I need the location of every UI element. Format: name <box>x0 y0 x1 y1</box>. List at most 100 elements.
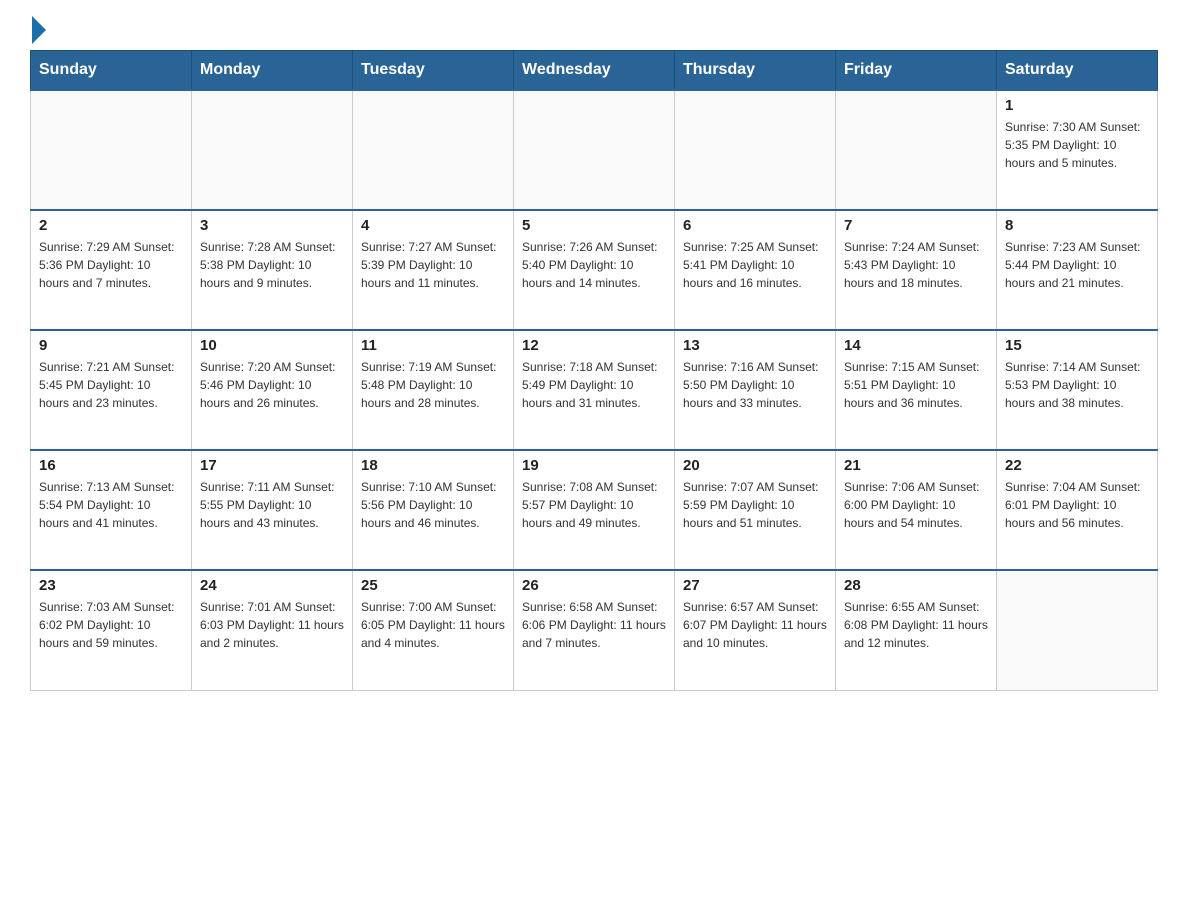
day-info: Sunrise: 7:16 AM Sunset: 5:50 PM Dayligh… <box>683 358 827 412</box>
column-header-friday: Friday <box>836 51 997 91</box>
calendar-cell: 11 Sunrise: 7:19 AM Sunset: 5:48 PM Dayli… <box>353 330 514 450</box>
calendar-cell: 23 Sunrise: 7:03 AM Sunset: 6:02 PM Dayli… <box>31 570 192 690</box>
day-number: 8 <box>1005 217 1149 234</box>
day-number: 20 <box>683 457 827 474</box>
day-number: 7 <box>844 217 988 234</box>
calendar-cell <box>836 90 997 210</box>
calendar-cell: 18 Sunrise: 7:10 AM Sunset: 5:56 PM Dayli… <box>353 450 514 570</box>
calendar-cell <box>997 570 1158 690</box>
calendar-cell: 15 Sunrise: 7:14 AM Sunset: 5:53 PM Dayli… <box>997 330 1158 450</box>
calendar-cell: 12 Sunrise: 7:18 AM Sunset: 5:49 PM Dayli… <box>514 330 675 450</box>
week-row-2: 2 Sunrise: 7:29 AM Sunset: 5:36 PM Daylig… <box>31 210 1158 330</box>
day-info: Sunrise: 7:29 AM Sunset: 5:36 PM Dayligh… <box>39 238 183 292</box>
day-info: Sunrise: 7:20 AM Sunset: 5:46 PM Dayligh… <box>200 358 344 412</box>
day-number: 19 <box>522 457 666 474</box>
calendar-cell: 19 Sunrise: 7:08 AM Sunset: 5:57 PM Dayli… <box>514 450 675 570</box>
day-number: 5 <box>522 217 666 234</box>
calendar-table: SundayMondayTuesdayWednesdayThursdayFrid… <box>30 50 1158 691</box>
calendar-cell: 6 Sunrise: 7:25 AM Sunset: 5:41 PM Daylig… <box>675 210 836 330</box>
calendar-cell: 26 Sunrise: 6:58 AM Sunset: 6:06 PM Dayli… <box>514 570 675 690</box>
week-row-1: 1 Sunrise: 7:30 AM Sunset: 5:35 PM Daylig… <box>31 90 1158 210</box>
calendar-cell: 9 Sunrise: 7:21 AM Sunset: 5:45 PM Daylig… <box>31 330 192 450</box>
calendar-cell: 25 Sunrise: 7:00 AM Sunset: 6:05 PM Dayli… <box>353 570 514 690</box>
day-number: 2 <box>39 217 183 234</box>
calendar-cell <box>675 90 836 210</box>
day-info: Sunrise: 7:18 AM Sunset: 5:49 PM Dayligh… <box>522 358 666 412</box>
day-info: Sunrise: 7:03 AM Sunset: 6:02 PM Dayligh… <box>39 598 183 652</box>
calendar-cell <box>353 90 514 210</box>
day-info: Sunrise: 7:04 AM Sunset: 6:01 PM Dayligh… <box>1005 478 1149 532</box>
calendar-cell: 2 Sunrise: 7:29 AM Sunset: 5:36 PM Daylig… <box>31 210 192 330</box>
calendar-header-row: SundayMondayTuesdayWednesdayThursdayFrid… <box>31 51 1158 91</box>
calendar-cell <box>31 90 192 210</box>
calendar-cell: 1 Sunrise: 7:30 AM Sunset: 5:35 PM Daylig… <box>997 90 1158 210</box>
day-number: 28 <box>844 577 988 594</box>
day-info: Sunrise: 7:01 AM Sunset: 6:03 PM Dayligh… <box>200 598 344 652</box>
day-number: 10 <box>200 337 344 354</box>
day-number: 17 <box>200 457 344 474</box>
calendar-cell <box>514 90 675 210</box>
calendar-cell: 22 Sunrise: 7:04 AM Sunset: 6:01 PM Dayli… <box>997 450 1158 570</box>
day-number: 16 <box>39 457 183 474</box>
day-info: Sunrise: 7:27 AM Sunset: 5:39 PM Dayligh… <box>361 238 505 292</box>
day-number: 14 <box>844 337 988 354</box>
day-number: 9 <box>39 337 183 354</box>
column-header-tuesday: Tuesday <box>353 51 514 91</box>
calendar-cell: 7 Sunrise: 7:24 AM Sunset: 5:43 PM Daylig… <box>836 210 997 330</box>
day-info: Sunrise: 7:00 AM Sunset: 6:05 PM Dayligh… <box>361 598 505 652</box>
calendar-cell: 10 Sunrise: 7:20 AM Sunset: 5:46 PM Dayli… <box>192 330 353 450</box>
day-info: Sunrise: 7:07 AM Sunset: 5:59 PM Dayligh… <box>683 478 827 532</box>
week-row-3: 9 Sunrise: 7:21 AM Sunset: 5:45 PM Daylig… <box>31 330 1158 450</box>
day-number: 13 <box>683 337 827 354</box>
day-info: Sunrise: 7:13 AM Sunset: 5:54 PM Dayligh… <box>39 478 183 532</box>
calendar-cell: 3 Sunrise: 7:28 AM Sunset: 5:38 PM Daylig… <box>192 210 353 330</box>
calendar-cell: 24 Sunrise: 7:01 AM Sunset: 6:03 PM Dayli… <box>192 570 353 690</box>
column-header-monday: Monday <box>192 51 353 91</box>
week-row-4: 16 Sunrise: 7:13 AM Sunset: 5:54 PM Dayli… <box>31 450 1158 570</box>
day-info: Sunrise: 7:28 AM Sunset: 5:38 PM Dayligh… <box>200 238 344 292</box>
calendar-cell: 4 Sunrise: 7:27 AM Sunset: 5:39 PM Daylig… <box>353 210 514 330</box>
day-number: 23 <box>39 577 183 594</box>
day-info: Sunrise: 7:30 AM Sunset: 5:35 PM Dayligh… <box>1005 118 1149 172</box>
day-number: 12 <box>522 337 666 354</box>
day-number: 3 <box>200 217 344 234</box>
calendar-cell: 13 Sunrise: 7:16 AM Sunset: 5:50 PM Dayli… <box>675 330 836 450</box>
day-number: 24 <box>200 577 344 594</box>
day-info: Sunrise: 7:23 AM Sunset: 5:44 PM Dayligh… <box>1005 238 1149 292</box>
day-info: Sunrise: 7:19 AM Sunset: 5:48 PM Dayligh… <box>361 358 505 412</box>
day-info: Sunrise: 7:08 AM Sunset: 5:57 PM Dayligh… <box>522 478 666 532</box>
day-number: 6 <box>683 217 827 234</box>
day-info: Sunrise: 6:55 AM Sunset: 6:08 PM Dayligh… <box>844 598 988 652</box>
day-info: Sunrise: 7:10 AM Sunset: 5:56 PM Dayligh… <box>361 478 505 532</box>
day-number: 26 <box>522 577 666 594</box>
calendar-cell <box>192 90 353 210</box>
calendar-cell: 28 Sunrise: 6:55 AM Sunset: 6:08 PM Dayli… <box>836 570 997 690</box>
day-number: 22 <box>1005 457 1149 474</box>
page-header <box>30 20 1158 40</box>
day-info: Sunrise: 7:25 AM Sunset: 5:41 PM Dayligh… <box>683 238 827 292</box>
day-info: Sunrise: 6:58 AM Sunset: 6:06 PM Dayligh… <box>522 598 666 652</box>
day-info: Sunrise: 6:57 AM Sunset: 6:07 PM Dayligh… <box>683 598 827 652</box>
week-row-5: 23 Sunrise: 7:03 AM Sunset: 6:02 PM Dayli… <box>31 570 1158 690</box>
calendar-cell: 17 Sunrise: 7:11 AM Sunset: 5:55 PM Dayli… <box>192 450 353 570</box>
column-header-sunday: Sunday <box>31 51 192 91</box>
day-info: Sunrise: 7:06 AM Sunset: 6:00 PM Dayligh… <box>844 478 988 532</box>
day-info: Sunrise: 7:11 AM Sunset: 5:55 PM Dayligh… <box>200 478 344 532</box>
day-info: Sunrise: 7:24 AM Sunset: 5:43 PM Dayligh… <box>844 238 988 292</box>
day-number: 4 <box>361 217 505 234</box>
calendar-cell: 27Sunrise: 6:57 AM Sunset: 6:07 PM Dayli… <box>675 570 836 690</box>
column-header-wednesday: Wednesday <box>514 51 675 91</box>
day-number: 18 <box>361 457 505 474</box>
day-number: 1 <box>1005 97 1149 114</box>
day-info: Sunrise: 7:15 AM Sunset: 5:51 PM Dayligh… <box>844 358 988 412</box>
calendar-cell: 16 Sunrise: 7:13 AM Sunset: 5:54 PM Dayli… <box>31 450 192 570</box>
calendar-cell: 21 Sunrise: 7:06 AM Sunset: 6:00 PM Dayli… <box>836 450 997 570</box>
day-number: 25 <box>361 577 505 594</box>
day-number: 11 <box>361 337 505 354</box>
calendar-cell: 14 Sunrise: 7:15 AM Sunset: 5:51 PM Dayli… <box>836 330 997 450</box>
logo-top <box>30 20 46 44</box>
day-info: Sunrise: 7:21 AM Sunset: 5:45 PM Dayligh… <box>39 358 183 412</box>
day-info: Sunrise: 7:14 AM Sunset: 5:53 PM Dayligh… <box>1005 358 1149 412</box>
day-number: 15 <box>1005 337 1149 354</box>
day-number: 21 <box>844 457 988 474</box>
